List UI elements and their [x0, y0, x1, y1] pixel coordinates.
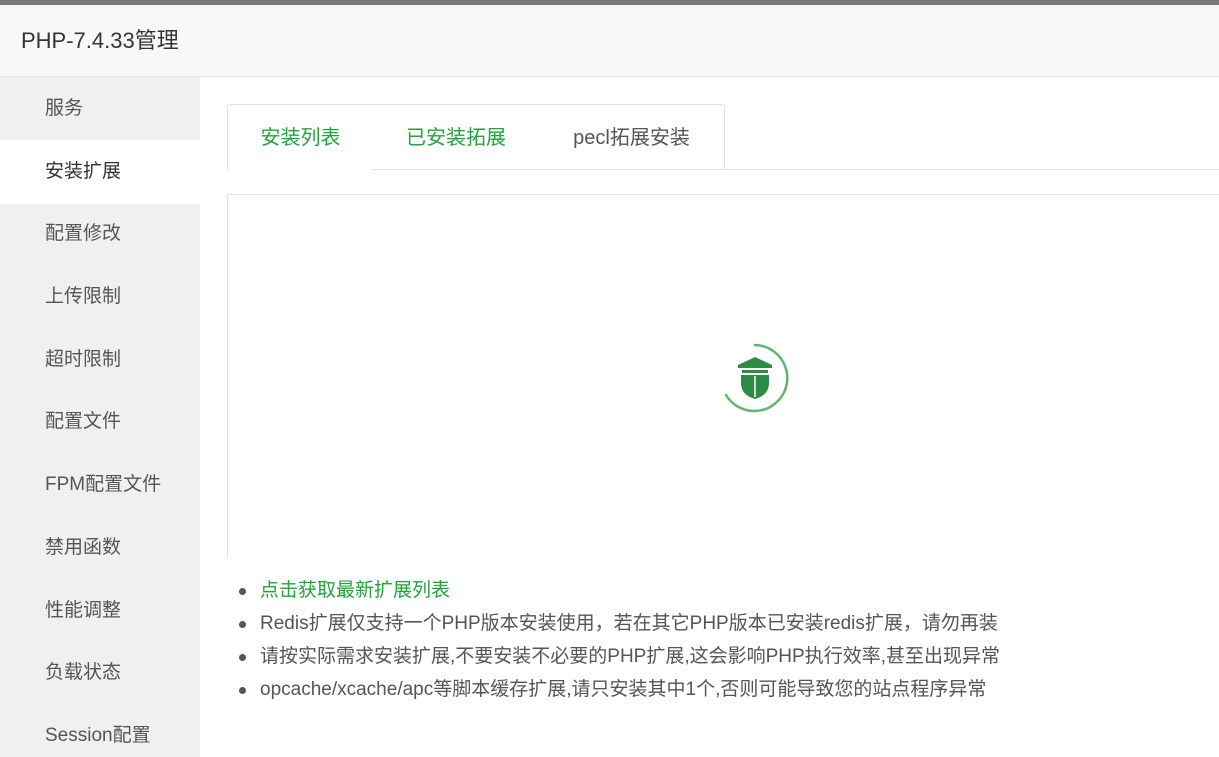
sidebar-item-fpm-config-file[interactable]: FPM配置文件	[0, 453, 200, 517]
tips-list: 点击获取最新扩展列表 Redis扩展仅支持一个PHP版本安装使用，若在其它PHP…	[238, 574, 1000, 706]
sidebar-item-performance[interactable]: 性能调整	[0, 579, 200, 643]
tip-install-needed-only: 请按实际需求安装扩展,不要安装不必要的PHP扩展,这会影响PHP执行效率,甚至出…	[238, 640, 1000, 673]
tab-pecl-install[interactable]: pecl拓展安装	[539, 104, 725, 170]
tab-installed-extensions[interactable]: 已安装拓展	[373, 104, 540, 170]
sidebar-item-upload-limit[interactable]: 上传限制	[0, 265, 200, 329]
refresh-extension-list-link[interactable]: 点击获取最新扩展列表	[238, 574, 1000, 607]
sidebar-item-load-status[interactable]: 负载状态	[0, 641, 200, 705]
loading-spinner-icon	[724, 343, 789, 413]
tip-redis: Redis扩展仅支持一个PHP版本安装使用，若在其它PHP版本已安装redis扩…	[238, 607, 1000, 640]
sidebar-item-config-edit[interactable]: 配置修改	[0, 202, 200, 266]
sidebar-item-install-extensions[interactable]: 安装扩展	[0, 140, 200, 204]
sidebar-item-disabled-functions[interactable]: 禁用函数	[0, 516, 200, 580]
tab-bar: 安装列表 已安装拓展 pecl拓展安装	[227, 104, 1219, 171]
sidebar-item-timeout-limit[interactable]: 超时限制	[0, 328, 200, 392]
window-title: PHP-7.4.33管理	[21, 28, 179, 53]
sidebar: 服务 安装扩展 配置修改 上传限制 超时限制 配置文件 FPM配置文件 禁用函数…	[0, 77, 200, 757]
sidebar-item-config-file[interactable]: 配置文件	[0, 390, 200, 454]
title-bar: PHP-7.4.33管理	[0, 5, 1219, 77]
tip-cache-extension: opcache/xcache/apc等脚本缓存扩展,请只安装其中1个,否则可能导…	[238, 673, 1000, 706]
sidebar-item-service[interactable]: 服务	[0, 77, 200, 141]
sidebar-item-session-config[interactable]: Session配置	[0, 704, 200, 757]
tab-install-list[interactable]: 安装列表	[227, 104, 374, 171]
